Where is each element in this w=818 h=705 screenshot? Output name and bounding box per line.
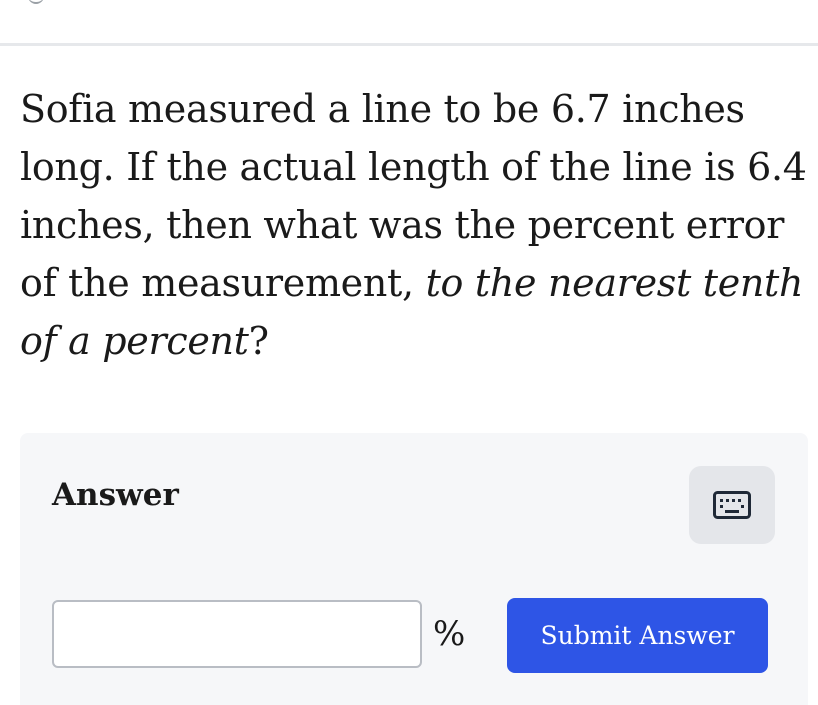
answer-label: Answer <box>52 477 179 513</box>
page: Sofia measured a line to be 6.7 inches l… <box>0 0 818 705</box>
top-partial-icon <box>28 0 44 4</box>
question-end: ? <box>248 319 269 363</box>
top-bar <box>0 0 818 44</box>
answer-input[interactable] <box>52 600 422 668</box>
answer-panel: Answer % Submit Answer <box>20 433 808 705</box>
percent-unit: % <box>433 614 466 654</box>
keyboard-icon <box>713 491 751 519</box>
divider <box>0 43 818 46</box>
keyboard-button[interactable] <box>689 466 775 544</box>
submit-answer-button[interactable]: Submit Answer <box>507 598 768 673</box>
question-text: Sofia measured a line to be 6.7 inches l… <box>20 80 810 370</box>
